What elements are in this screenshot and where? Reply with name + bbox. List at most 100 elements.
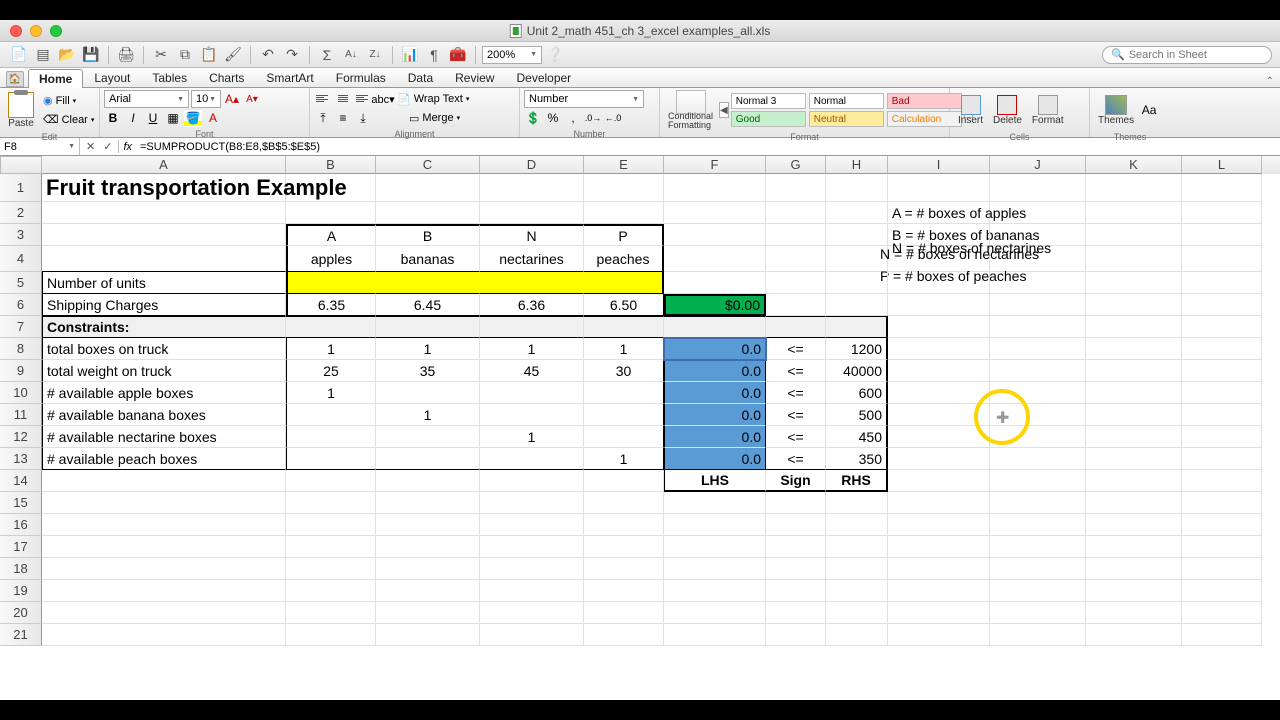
fill-color-button[interactable]: 🪣 xyxy=(184,109,202,127)
align-center-button[interactable] xyxy=(334,90,352,106)
decrease-decimal-button[interactable]: ←.0 xyxy=(604,109,622,127)
themes-button[interactable]: Themes xyxy=(1094,90,1138,130)
row-header[interactable]: 10 xyxy=(0,382,42,404)
align-left-button[interactable] xyxy=(314,90,332,106)
tab-home[interactable]: Home xyxy=(28,69,83,88)
fill-button[interactable]: ◉Fill▾ xyxy=(40,92,97,110)
cell[interactable]: N xyxy=(480,224,584,246)
zoom-window-button[interactable] xyxy=(50,25,62,37)
row-header[interactable]: 7 xyxy=(0,316,42,338)
cell[interactable]: Constraints: xyxy=(42,316,286,338)
currency-button[interactable]: 💲 xyxy=(524,109,542,127)
col-header-b[interactable]: B xyxy=(286,156,376,174)
format-cells-button[interactable]: Format xyxy=(1028,90,1068,130)
row-header[interactable]: 5 xyxy=(0,272,42,294)
borders-button[interactable]: ▦ xyxy=(164,109,182,127)
paste-icon[interactable]: 📋 xyxy=(198,45,220,65)
row-header[interactable]: 13 xyxy=(0,448,42,470)
legend-n[interactable]: N = # boxes of nectarines xyxy=(880,246,1039,262)
autosum-icon[interactable]: Σ xyxy=(316,45,338,65)
clear-button[interactable]: ⌫Clear▾ xyxy=(40,111,97,129)
theme-colors-button[interactable]: Aa xyxy=(1140,101,1158,119)
search-input[interactable] xyxy=(1129,49,1263,61)
zoom-select[interactable]: 200% xyxy=(482,46,542,64)
align-middle-button[interactable]: ≡ xyxy=(334,109,352,127)
open-icon[interactable]: 📂 xyxy=(56,45,78,65)
spreadsheet-grid[interactable]: 1 Fruit transportation Example 2 A = # b… xyxy=(0,174,1280,646)
format-painter-icon[interactable]: 🖌 xyxy=(222,45,244,65)
save-icon[interactable]: 💾 xyxy=(80,45,102,65)
paste-button[interactable]: Paste xyxy=(4,90,38,130)
font-name-select[interactable]: Arial xyxy=(104,90,189,108)
styles-prev-button[interactable]: ◀ xyxy=(719,102,729,118)
cell[interactable] xyxy=(376,272,480,294)
style-neutral[interactable]: Neutral xyxy=(809,111,884,127)
cell[interactable]: nectarines xyxy=(480,246,584,272)
sort-za-icon[interactable]: Z↓ xyxy=(364,45,386,65)
style-normal[interactable]: Normal xyxy=(809,93,884,109)
cell[interactable]: Shipping Charges xyxy=(42,294,286,316)
new-workbook-icon[interactable]: 📄 xyxy=(8,45,30,65)
col-header-g[interactable]: G xyxy=(766,156,826,174)
cell[interactable]: 6.35 xyxy=(286,294,376,316)
cell[interactable]: A xyxy=(286,224,376,246)
style-good[interactable]: Good xyxy=(731,111,806,127)
cell[interactable]: 6.50 xyxy=(584,294,664,316)
row-header[interactable]: 3 xyxy=(0,224,42,246)
print-icon[interactable]: 🖨 xyxy=(115,45,137,65)
tab-developer[interactable]: Developer xyxy=(505,68,582,87)
cell[interactable]: apples xyxy=(286,246,376,272)
cell[interactable]: total boxes on truck xyxy=(42,338,286,360)
increase-font-icon[interactable]: A▴ xyxy=(223,90,241,108)
cell[interactable]: $0.00 xyxy=(664,294,766,316)
undo-icon[interactable]: ↶ xyxy=(257,45,279,65)
cell[interactable] xyxy=(480,272,584,294)
conditional-formatting-button[interactable]: Conditional Formatting xyxy=(664,90,717,130)
cell[interactable]: Fruit transportation Example xyxy=(42,174,286,202)
merge-button[interactable]: ▭Merge▾ xyxy=(406,109,463,127)
align-bottom-button[interactable]: ⤓ xyxy=(354,109,372,127)
home-icon-button[interactable]: 🏠 xyxy=(6,71,24,87)
new-template-icon[interactable]: ▤ xyxy=(32,45,54,65)
accept-formula-icon[interactable]: ✓ xyxy=(103,140,112,153)
align-top-button[interactable]: ⤒ xyxy=(314,109,332,127)
redo-icon[interactable]: ↷ xyxy=(281,45,303,65)
col-header-l[interactable]: L xyxy=(1182,156,1262,174)
cell[interactable]: bananas xyxy=(376,246,480,272)
copy-icon[interactable]: ⧉ xyxy=(174,45,196,65)
select-all-corner[interactable] xyxy=(0,156,42,174)
comma-button[interactable]: , xyxy=(564,109,582,127)
fx-icon[interactable]: fx xyxy=(119,141,136,153)
cell[interactable]: peaches xyxy=(584,246,664,272)
underline-button[interactable]: U xyxy=(144,109,162,127)
decrease-font-icon[interactable]: A▾ xyxy=(243,90,261,108)
row-header[interactable]: 2 xyxy=(0,202,42,224)
col-header-c[interactable]: C xyxy=(376,156,480,174)
col-header-h[interactable]: H xyxy=(826,156,888,174)
orientation-button[interactable]: abc▾ xyxy=(374,90,392,108)
cell[interactable]: B xyxy=(376,224,480,246)
toolbox-icon[interactable]: 🧰 xyxy=(447,45,469,65)
sort-az-icon[interactable]: A↓ xyxy=(340,45,362,65)
collapse-ribbon-icon[interactable]: ⌃ xyxy=(1266,76,1274,87)
cell[interactable]: 6.36 xyxy=(480,294,584,316)
col-header-d[interactable]: D xyxy=(480,156,584,174)
percent-button[interactable]: % xyxy=(544,109,562,127)
row-header[interactable]: 9 xyxy=(0,360,42,382)
cell[interactable] xyxy=(286,272,376,294)
font-size-select[interactable]: 10 xyxy=(191,90,221,108)
tab-formulas[interactable]: Formulas xyxy=(325,68,397,87)
active-cell[interactable]: 0.0 xyxy=(664,338,766,360)
align-right-button[interactable] xyxy=(354,90,372,106)
row-header[interactable]: 8 xyxy=(0,338,42,360)
tab-review[interactable]: Review xyxy=(444,68,505,87)
row-header[interactable]: 14 xyxy=(0,470,42,492)
help-icon[interactable]: ❔ xyxy=(544,45,566,65)
italic-button[interactable]: I xyxy=(124,109,142,127)
chart-gallery-icon[interactable]: 📊 xyxy=(399,45,421,65)
cell[interactable] xyxy=(584,272,664,294)
search-in-sheet[interactable]: 🔍 xyxy=(1102,46,1272,64)
row-header[interactable]: 1 xyxy=(0,174,42,202)
tab-charts[interactable]: Charts xyxy=(198,68,255,87)
tab-smartart[interactable]: SmartArt xyxy=(255,68,324,87)
